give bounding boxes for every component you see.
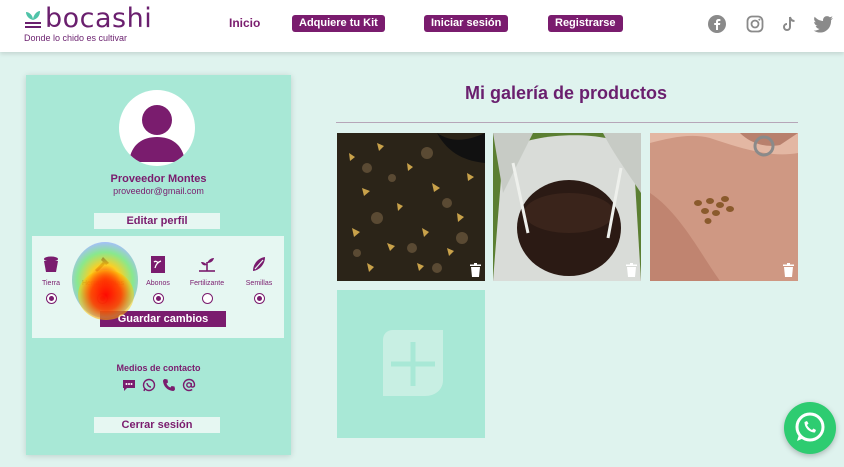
twitter-icon[interactable] bbox=[812, 14, 834, 34]
contact-icons bbox=[26, 378, 291, 392]
top-nav: bocashi Donde lo chido es cultivar Inici… bbox=[0, 0, 844, 52]
nav-home-link[interactable]: Inicio bbox=[229, 16, 260, 30]
whatsapp-floating-button[interactable] bbox=[784, 402, 836, 454]
phone-icon[interactable] bbox=[162, 378, 176, 392]
gallery-divider bbox=[336, 122, 798, 123]
seed-icon bbox=[253, 257, 265, 271]
category-abonos[interactable]: Abonos bbox=[138, 254, 178, 304]
fertilizer-bag-icon bbox=[151, 256, 165, 273]
category-radio[interactable] bbox=[152, 293, 164, 304]
product-image-compost[interactable] bbox=[337, 133, 485, 281]
delete-trash-icon[interactable] bbox=[783, 263, 794, 277]
category-label: Tierra bbox=[41, 280, 61, 287]
provider-email: proveedor@gmail.com bbox=[113, 186, 204, 196]
add-plus-icon bbox=[383, 330, 443, 396]
category-radio[interactable] bbox=[96, 293, 108, 304]
soil-bucket-icon bbox=[44, 256, 58, 272]
avatar bbox=[119, 90, 195, 166]
category-tierra[interactable]: Tierra bbox=[31, 254, 71, 304]
seedling-icon bbox=[199, 258, 215, 272]
instagram-icon[interactable] bbox=[745, 14, 765, 34]
whatsapp-icon bbox=[795, 412, 825, 442]
soil-bag-photo bbox=[493, 133, 641, 281]
category-label: Semillas bbox=[245, 280, 273, 287]
sms-icon[interactable] bbox=[122, 378, 136, 392]
category-radio[interactable] bbox=[253, 293, 265, 304]
facebook-icon[interactable] bbox=[707, 14, 727, 34]
provider-name: Proveedor Montes bbox=[110, 173, 207, 185]
sprout-logo-icon bbox=[25, 11, 41, 28]
compost-photo bbox=[337, 133, 485, 281]
brand-tagline: Donde lo chido es cultivar bbox=[24, 33, 128, 43]
user-silhouette-icon bbox=[129, 105, 185, 162]
brand-logo[interactable]: bocashi Donde lo chido es cultivar bbox=[24, 3, 153, 43]
product-image-soil-bag[interactable] bbox=[493, 133, 641, 281]
nav-kit-button[interactable]: Adquiere tu Kit bbox=[292, 15, 385, 32]
tiktok-icon[interactable] bbox=[779, 14, 799, 34]
category-label: Herramientas bbox=[82, 280, 125, 287]
delete-trash-icon[interactable] bbox=[626, 263, 637, 277]
save-changes-button[interactable]: Guardar cambios bbox=[100, 311, 226, 327]
add-product-tile[interactable] bbox=[337, 290, 485, 438]
category-herramientas[interactable]: Herramientas bbox=[82, 254, 125, 304]
profile-panel: Proveedor Montes proveedor@gmail.com Edi… bbox=[26, 75, 291, 455]
delete-trash-icon[interactable] bbox=[470, 263, 481, 277]
category-radio[interactable] bbox=[45, 293, 57, 304]
category-semillas[interactable]: Semillas bbox=[239, 254, 279, 304]
category-label: Abonos bbox=[146, 280, 170, 287]
seeds-photo bbox=[650, 133, 798, 281]
nav-register-button[interactable]: Registrarse bbox=[548, 15, 623, 32]
email-at-icon[interactable] bbox=[182, 378, 196, 392]
product-image-seeds[interactable] bbox=[650, 133, 798, 281]
contact-title: Medios de contacto bbox=[116, 363, 201, 373]
tools-icon bbox=[94, 257, 109, 273]
category-fertilizante[interactable]: Fertilizante bbox=[187, 254, 227, 304]
category-selector: Tierra Herramientas Abonos Fertilizante … bbox=[32, 236, 284, 338]
edit-profile-button[interactable]: Editar perfil bbox=[94, 213, 220, 229]
brand-name: bocashi bbox=[45, 3, 153, 34]
whatsapp-icon[interactable] bbox=[142, 378, 156, 392]
category-radio[interactable] bbox=[201, 293, 213, 304]
nav-login-button[interactable]: Iniciar sesión bbox=[424, 15, 509, 32]
gallery-title: Mi galería de productos bbox=[464, 83, 668, 103]
logout-button[interactable]: Cerrar sesión bbox=[94, 417, 220, 433]
category-label: Fertilizante bbox=[189, 280, 225, 287]
